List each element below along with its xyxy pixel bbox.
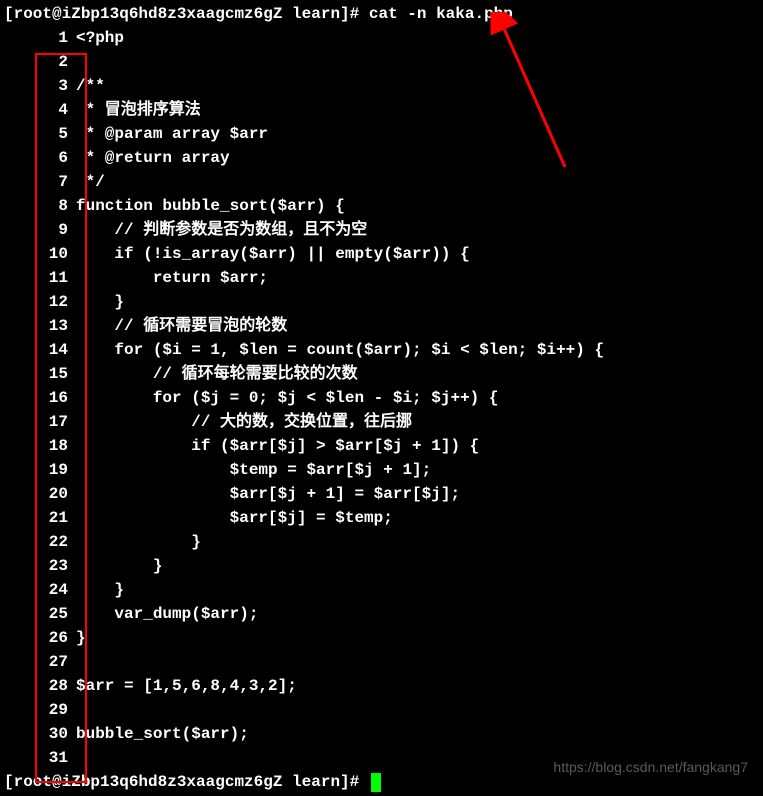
line-number: 14	[4, 338, 76, 362]
line-number: 18	[4, 434, 76, 458]
code-line: 12 }	[4, 290, 759, 314]
code-line: 15 // 循环每轮需要比较的次数	[4, 362, 759, 386]
prompt-top: [root@iZbp13q6hd8z3xaagcmz6gZ learn]# ca…	[4, 2, 759, 26]
code-content: for ($j = 0; $j < $len - $i; $j++) {	[76, 386, 759, 410]
line-number: 3	[4, 74, 76, 98]
code-line: 27	[4, 650, 759, 674]
line-number: 23	[4, 554, 76, 578]
line-number: 7	[4, 170, 76, 194]
line-number: 10	[4, 242, 76, 266]
code-line: 16 for ($j = 0; $j < $len - $i; $j++) {	[4, 386, 759, 410]
line-number: 29	[4, 698, 76, 722]
line-number: 24	[4, 578, 76, 602]
code-line: 10 if (!is_array($arr) || empty($arr)) {	[4, 242, 759, 266]
code-content: if ($arr[$j] > $arr[$j + 1]) {	[76, 434, 759, 458]
line-number: 5	[4, 122, 76, 146]
code-content: }	[76, 554, 759, 578]
code-line: 3/**	[4, 74, 759, 98]
line-number: 21	[4, 506, 76, 530]
code-content: * @param array $arr	[76, 122, 759, 146]
code-content: }	[76, 626, 759, 650]
code-content: // 判断参数是否为数组，且不为空	[76, 218, 759, 242]
line-number: 12	[4, 290, 76, 314]
line-number: 22	[4, 530, 76, 554]
code-line: 11 return $arr;	[4, 266, 759, 290]
code-line: 19 $temp = $arr[$j + 1];	[4, 458, 759, 482]
code-line: 24 }	[4, 578, 759, 602]
code-line: 5 * @param array $arr	[4, 122, 759, 146]
code-line: 4 * 冒泡排序算法	[4, 98, 759, 122]
code-line: 8function bubble_sort($arr) {	[4, 194, 759, 218]
code-content: <?php	[76, 26, 759, 50]
terminal-window: [root@iZbp13q6hd8z3xaagcmz6gZ learn]# ca…	[0, 0, 763, 796]
code-content: bubble_sort($arr);	[76, 722, 759, 746]
line-number: 19	[4, 458, 76, 482]
code-output: 1<?php23/**4 * 冒泡排序算法5 * @param array $a…	[4, 26, 759, 770]
code-content: return $arr;	[76, 266, 759, 290]
code-line: 17 // 大的数，交换位置，往后挪	[4, 410, 759, 434]
code-content: var_dump($arr);	[76, 602, 759, 626]
code-content: }	[76, 578, 759, 602]
line-number: 25	[4, 602, 76, 626]
code-line: 23 }	[4, 554, 759, 578]
code-line: 7 */	[4, 170, 759, 194]
code-content: * @return array	[76, 146, 759, 170]
line-number: 9	[4, 218, 76, 242]
code-line: 9 // 判断参数是否为数组，且不为空	[4, 218, 759, 242]
code-content: $arr = [1,5,6,8,4,3,2];	[76, 674, 759, 698]
code-content: * 冒泡排序算法	[76, 98, 759, 122]
code-content: // 循环需要冒泡的轮数	[76, 314, 759, 338]
code-line: 29	[4, 698, 759, 722]
watermark-text: https://blog.csdn.net/fangkang7	[553, 759, 748, 775]
line-number: 31	[4, 746, 76, 770]
code-content: if (!is_array($arr) || empty($arr)) {	[76, 242, 759, 266]
line-number: 16	[4, 386, 76, 410]
line-number: 11	[4, 266, 76, 290]
line-number: 17	[4, 410, 76, 434]
code-line: 22 }	[4, 530, 759, 554]
code-line: 21 $arr[$j] = $temp;	[4, 506, 759, 530]
code-content	[76, 50, 759, 74]
code-content: // 循环每轮需要比较的次数	[76, 362, 759, 386]
line-number: 8	[4, 194, 76, 218]
code-content: }	[76, 290, 759, 314]
code-line: 2	[4, 50, 759, 74]
prompt-bottom-text: [root@iZbp13q6hd8z3xaagcmz6gZ learn]#	[4, 770, 369, 794]
code-line: 18 if ($arr[$j] > $arr[$j + 1]) {	[4, 434, 759, 458]
code-line: 1<?php	[4, 26, 759, 50]
line-number: 2	[4, 50, 76, 74]
code-content: $arr[$j] = $temp;	[76, 506, 759, 530]
code-content: $arr[$j + 1] = $arr[$j];	[76, 482, 759, 506]
code-content: }	[76, 530, 759, 554]
line-number: 15	[4, 362, 76, 386]
code-line: 28$arr = [1,5,6,8,4,3,2];	[4, 674, 759, 698]
code-content	[76, 650, 759, 674]
code-line: 26}	[4, 626, 759, 650]
line-number: 28	[4, 674, 76, 698]
line-number: 26	[4, 626, 76, 650]
code-line: 6 * @return array	[4, 146, 759, 170]
code-line: 20 $arr[$j + 1] = $arr[$j];	[4, 482, 759, 506]
code-line: 14 for ($i = 1, $len = count($arr); $i <…	[4, 338, 759, 362]
code-line: 13 // 循环需要冒泡的轮数	[4, 314, 759, 338]
code-content	[76, 698, 759, 722]
line-number: 27	[4, 650, 76, 674]
code-content: */	[76, 170, 759, 194]
code-content: /**	[76, 74, 759, 98]
code-line: 30bubble_sort($arr);	[4, 722, 759, 746]
line-number: 4	[4, 98, 76, 122]
line-number: 1	[4, 26, 76, 50]
code-content: $temp = $arr[$j + 1];	[76, 458, 759, 482]
code-content: for ($i = 1, $len = count($arr); $i < $l…	[76, 338, 759, 362]
line-number: 6	[4, 146, 76, 170]
terminal-cursor	[371, 773, 381, 792]
code-content: function bubble_sort($arr) {	[76, 194, 759, 218]
line-number: 13	[4, 314, 76, 338]
code-content: // 大的数，交换位置，往后挪	[76, 410, 759, 434]
line-number: 30	[4, 722, 76, 746]
code-line: 25 var_dump($arr);	[4, 602, 759, 626]
line-number: 20	[4, 482, 76, 506]
